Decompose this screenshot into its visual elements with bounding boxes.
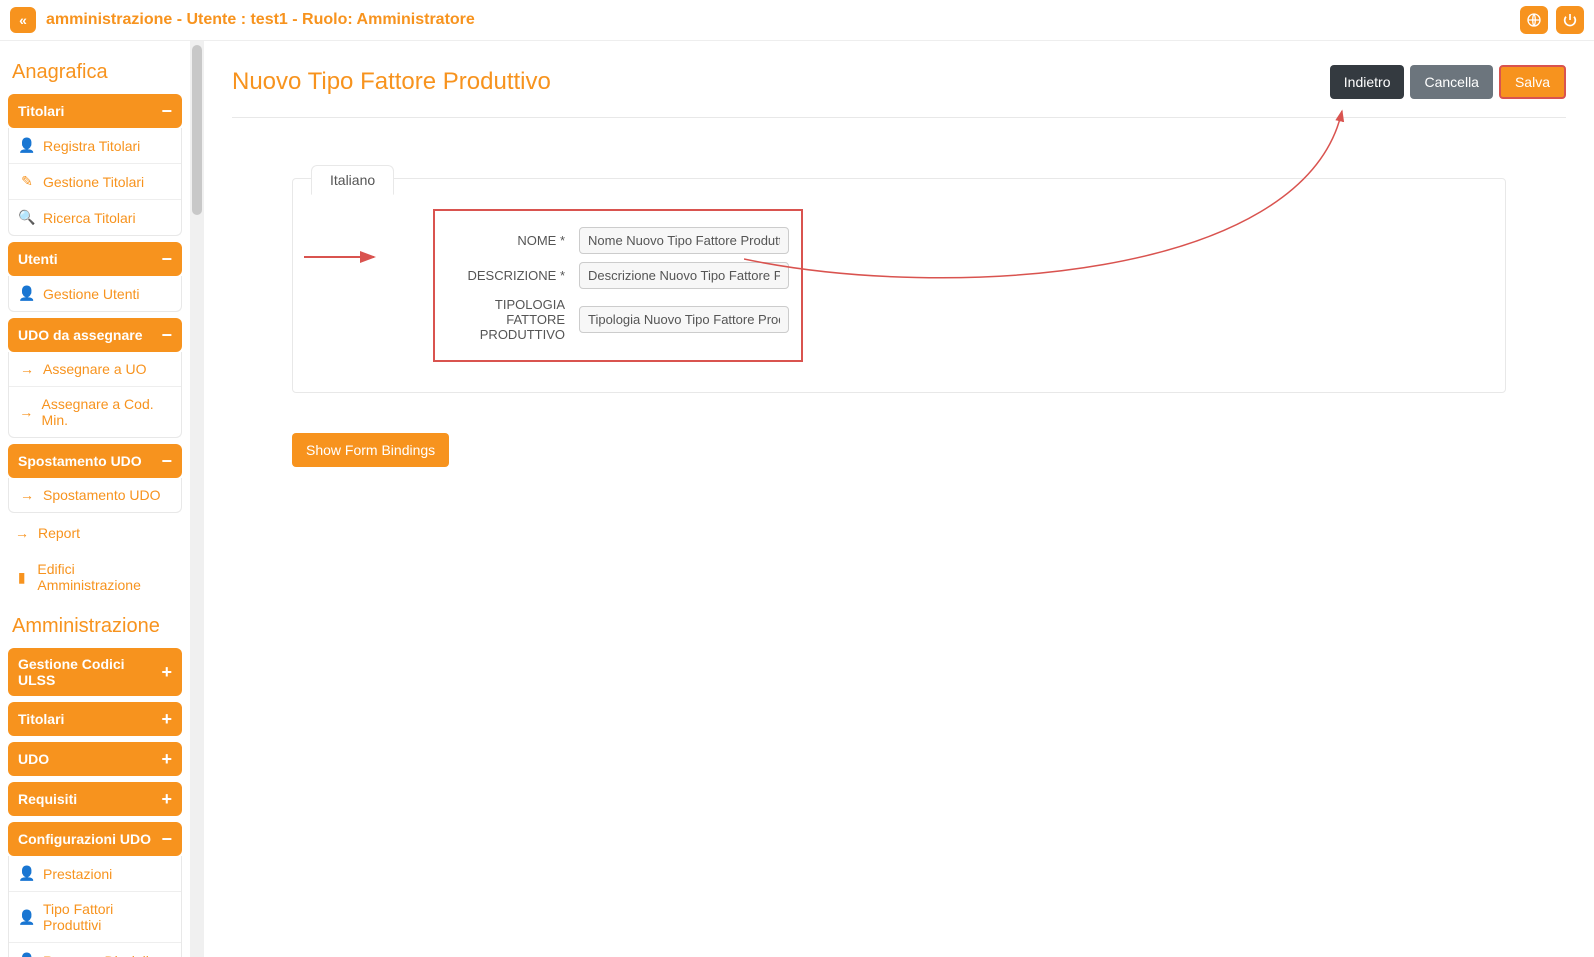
accordion-udo[interactable]: UDO + [8, 742, 182, 776]
scrollbar-thumb[interactable] [192, 45, 202, 215]
user-icon: 👤 [19, 865, 35, 882]
back-button[interactable]: Indietro [1330, 65, 1405, 99]
user-icon: 👤 [19, 285, 35, 302]
tipologia-input[interactable] [579, 306, 789, 333]
accordion-titolari[interactable]: Titolari − [8, 94, 182, 128]
power-icon[interactable] [1556, 6, 1584, 34]
main-content: Nuovo Tipo Fattore Produttivo Indietro C… [204, 41, 1594, 957]
plus-icon: + [161, 663, 172, 681]
minus-icon: − [161, 102, 172, 120]
arrow-right-icon: → [19, 404, 34, 420]
plus-icon: + [161, 750, 172, 768]
tab-italiano[interactable]: Italiano [311, 165, 394, 195]
accordion-udo-assegnare[interactable]: UDO da assegnare − [8, 318, 182, 352]
user-plus-icon: 👤 [19, 137, 35, 154]
sidebar: Anagrafica Titolari − 👤 Registra Titolar… [0, 41, 190, 957]
minus-icon: − [161, 830, 172, 848]
arrow-right-icon: → [14, 525, 30, 541]
form-fields-box: NOME * DESCRIZIONE * TIPOLOGIA FATTORE P… [433, 209, 803, 362]
sidebar-item-prestazioni[interactable]: 👤 Prestazioni [9, 856, 181, 891]
sidebar-collapse-button[interactable]: « [10, 7, 36, 33]
accordion-utenti[interactable]: Utenti − [8, 242, 182, 276]
sidebar-item-spostamento-udo[interactable]: → Spostamento UDO [9, 478, 181, 512]
accordion-requisiti[interactable]: Requisiti + [8, 782, 182, 816]
topbar: « amministrazione - Utente : test1 - Ruo… [0, 0, 1594, 41]
plus-icon: + [161, 710, 172, 728]
sidebar-scrollbar[interactable] [190, 41, 204, 957]
sidebar-item-report[interactable]: → Report [8, 515, 182, 551]
sidebar-item-registra-titolari[interactable]: 👤 Registra Titolari [9, 128, 181, 163]
nome-label: NOME * [447, 233, 565, 248]
search-icon: 🔍 [19, 209, 35, 226]
form-card: Italiano NOME * DESCRIZIONE * TIPOLOGIA … [292, 178, 1506, 393]
app-title: amministrazione - Utente : test1 - Ruolo… [46, 11, 475, 29]
accordion-config-udo[interactable]: Configurazioni UDO − [8, 822, 182, 856]
edit-icon: ✎ [19, 173, 35, 190]
minus-icon: − [161, 250, 172, 268]
user-icon: 👤 [19, 952, 35, 957]
cancel-button[interactable]: Cancella [1410, 65, 1492, 99]
sidebar-item-ricerca-titolari[interactable]: 🔍 Ricerca Titolari [9, 199, 181, 235]
sidebar-item-edifici[interactable]: ▮ Edifici Amministrazione [8, 551, 182, 603]
sidebar-item-gestione-titolari[interactable]: ✎ Gestione Titolari [9, 163, 181, 199]
nome-input[interactable] [579, 227, 789, 254]
accordion-spostamento-udo[interactable]: Spostamento UDO − [8, 444, 182, 478]
page-title: Nuovo Tipo Fattore Produttivo [232, 68, 551, 96]
user-icon: 👤 [19, 909, 35, 926]
descrizione-label: DESCRIZIONE * [447, 268, 565, 283]
show-form-bindings-button[interactable]: Show Form Bindings [292, 433, 449, 467]
accordion-gestione-codici[interactable]: Gestione Codici ULSS + [8, 648, 182, 696]
arrow-right-icon: → [19, 361, 35, 377]
sidebar-item-gestione-utenti[interactable]: 👤 Gestione Utenti [9, 276, 181, 311]
accordion-titolari2[interactable]: Titolari + [8, 702, 182, 736]
sidebar-item-raggrup-discipline[interactable]: 👤 Raggrup. Discipline [9, 942, 181, 957]
descrizione-input[interactable] [579, 262, 789, 289]
sidebar-item-tipo-fattori[interactable]: 👤 Tipo Fattori Produttivi [9, 891, 181, 942]
arrow-right-icon: → [19, 487, 35, 503]
minus-icon: − [161, 326, 172, 344]
save-button[interactable]: Salva [1499, 65, 1566, 99]
section-amministrazione: Amministrazione [12, 615, 182, 638]
building-icon: ▮ [14, 569, 29, 586]
tipologia-label: TIPOLOGIA FATTORE PRODUTTIVO [447, 297, 565, 342]
section-anagrafica: Anagrafica [12, 61, 182, 84]
plus-icon: + [161, 790, 172, 808]
minus-icon: − [161, 452, 172, 470]
globe-icon[interactable] [1520, 6, 1548, 34]
sidebar-item-assegnare-uo[interactable]: → Assegnare a UO [9, 352, 181, 386]
sidebar-item-assegnare-codmin[interactable]: → Assegnare a Cod. Min. [9, 386, 181, 437]
